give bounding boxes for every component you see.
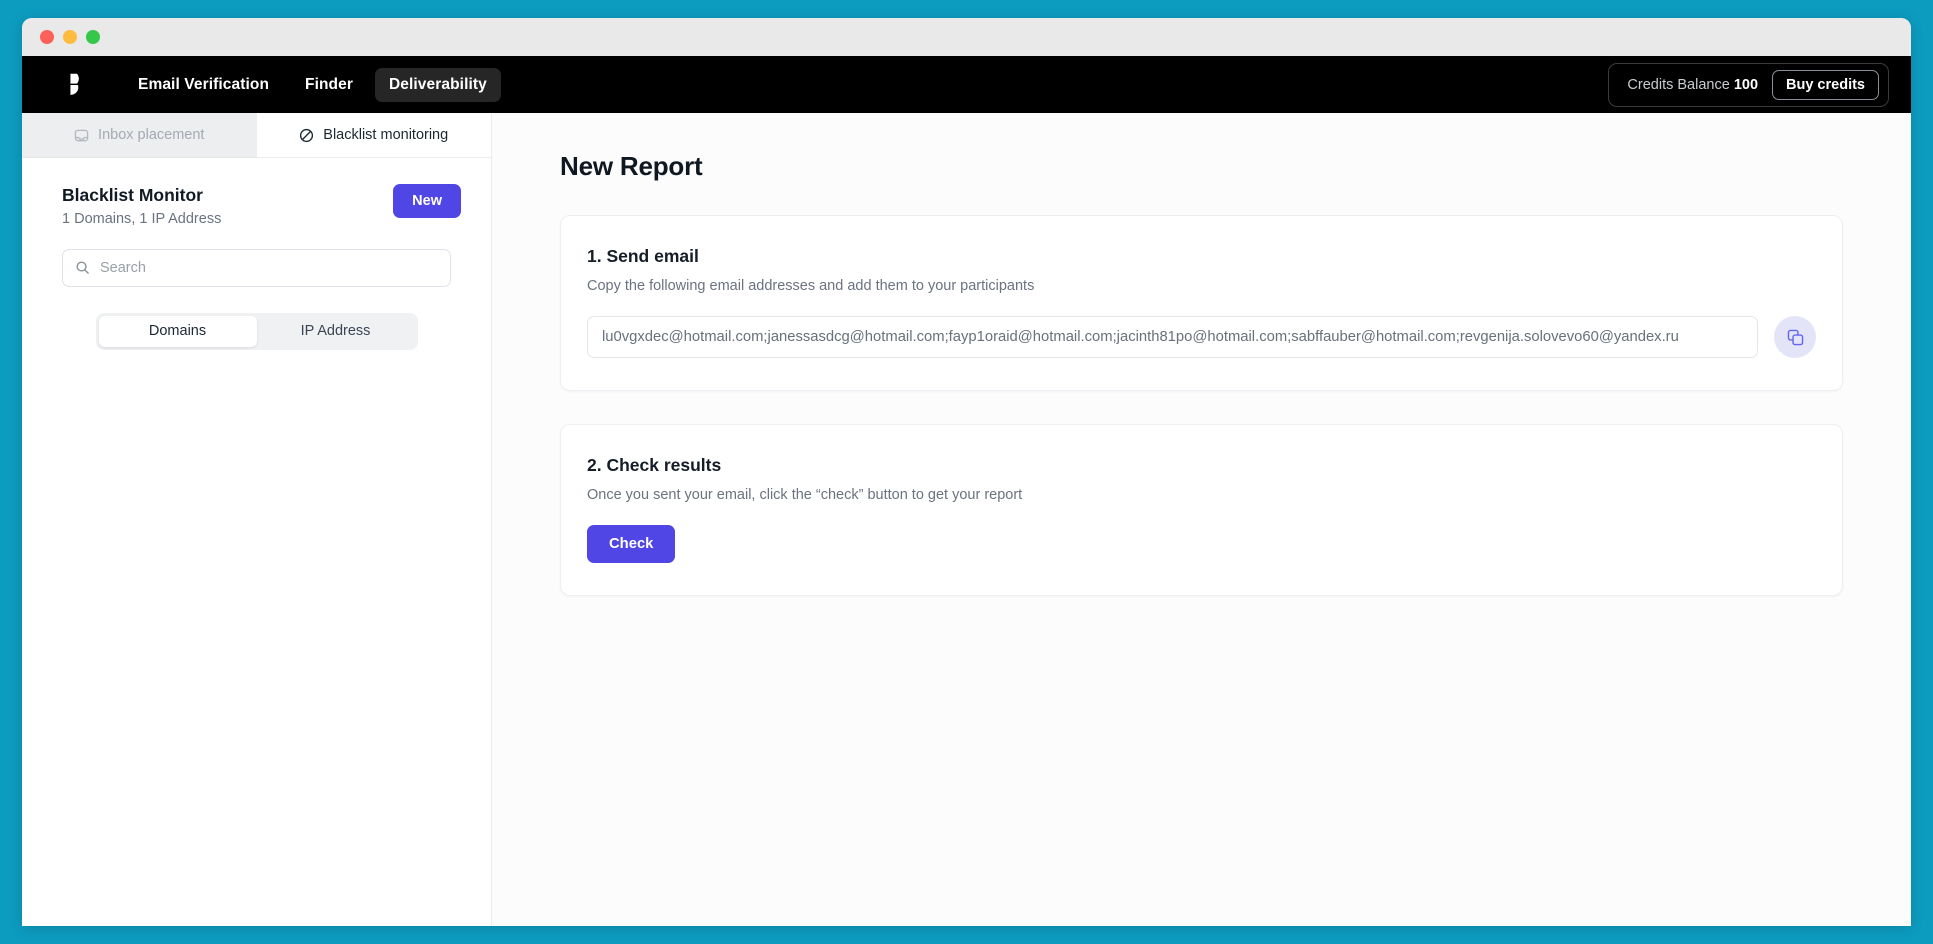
- step1-subtitle: Copy the following email addresses and a…: [587, 278, 1035, 294]
- sidebar-subtitle: 1 Domains, 1 IP Address: [62, 210, 222, 227]
- inbox-icon: [74, 129, 89, 141]
- new-monitor-button[interactable]: New: [393, 184, 461, 218]
- card-check-results: 2. Check results Once you sent your emai…: [560, 424, 1843, 596]
- minimize-window-button[interactable]: [63, 30, 77, 44]
- tab-blacklist-monitoring-label: Blacklist monitoring: [323, 127, 449, 143]
- page-title: New Report: [560, 151, 703, 181]
- email-addresses-input[interactable]: [587, 316, 1758, 358]
- nav-link-email-verification[interactable]: Email Verification: [124, 68, 283, 102]
- ban-icon: [300, 128, 314, 142]
- sidebar-tabs: Inbox placement Blacklist monitoring: [22, 113, 491, 158]
- credits-balance-group: Credits Balance 100 Buy credits: [1608, 62, 1889, 107]
- search-field-wrapper[interactable]: [62, 248, 451, 287]
- step1-title: 1. Send email: [587, 246, 699, 266]
- check-button[interactable]: Check: [587, 525, 676, 563]
- copy-icon: [1787, 329, 1803, 345]
- email-addresses-row: [587, 316, 1816, 358]
- nav-link-finder[interactable]: Finder: [291, 68, 367, 102]
- top-navigation-bar: Email Verification Finder Deliverability…: [22, 56, 1911, 113]
- segment-domains[interactable]: Domains: [98, 315, 257, 347]
- credits-balance-text: Credits Balance: [1627, 76, 1730, 93]
- credits-balance-label: Credits Balance 100: [1627, 77, 1758, 93]
- hunter-logo[interactable]: [62, 70, 92, 100]
- card-send-email: 1. Send email Copy the following email a…: [560, 215, 1843, 391]
- content-split: Inbox placement Blacklist monitoring Bla…: [22, 113, 1911, 926]
- main-content: New Report 1. Send email Copy the follow…: [492, 113, 1911, 926]
- maximize-window-button[interactable]: [86, 30, 100, 44]
- sidebar-title: Blacklist Monitor: [62, 185, 203, 205]
- browser-window: Email Verification Finder Deliverability…: [22, 18, 1911, 926]
- copy-emails-button[interactable]: [1774, 316, 1816, 358]
- close-window-button[interactable]: [40, 30, 54, 44]
- sidebar-header: Blacklist Monitor 1 Domains, 1 IP Addres…: [22, 158, 491, 227]
- buy-credits-button[interactable]: Buy credits: [1772, 69, 1879, 100]
- tab-inbox-placement[interactable]: Inbox placement: [22, 113, 257, 158]
- tab-blacklist-monitoring[interactable]: Blacklist monitoring: [256, 113, 491, 158]
- sidebar: Inbox placement Blacklist monitoring Bla…: [22, 113, 492, 926]
- tab-inbox-placement-label: Inbox placement: [98, 127, 205, 143]
- segment-ip-address[interactable]: IP Address: [257, 316, 415, 347]
- nav-link-deliverability[interactable]: Deliverability: [374, 67, 501, 102]
- step2-subtitle: Once you sent your email, click the “che…: [587, 487, 1023, 503]
- sidebar-header-text: Blacklist Monitor 1 Domains, 1 IP Addres…: [62, 184, 393, 227]
- step2-title: 2. Check results: [587, 455, 722, 475]
- search-icon: [76, 261, 89, 274]
- window-titlebar: [22, 18, 1911, 56]
- sidebar-segmented-control: Domains IP Address: [95, 312, 418, 350]
- credits-balance-value: 100: [1733, 76, 1759, 93]
- nav-links: Email Verification Finder Deliverability: [124, 67, 501, 102]
- search-input[interactable]: [100, 259, 438, 276]
